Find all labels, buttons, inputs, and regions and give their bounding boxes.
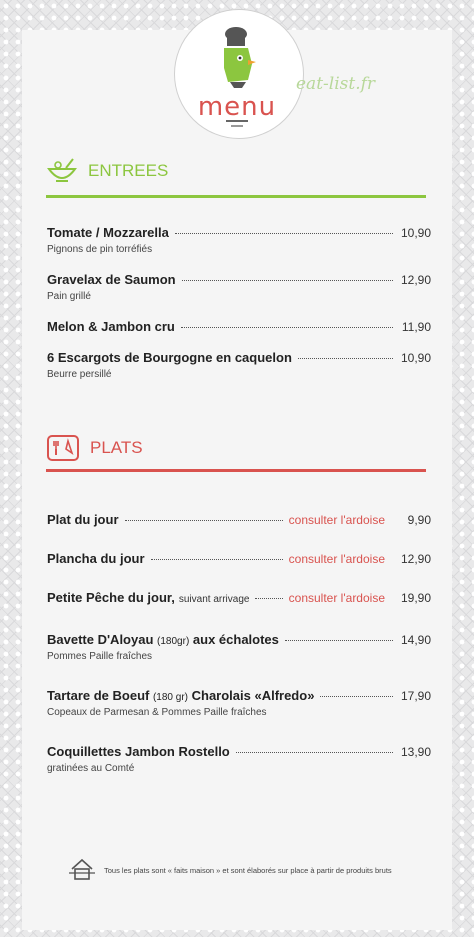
- menu-item: Petite Pêche du jour, suivant arrivage c…: [47, 590, 431, 605]
- plats-title: PLATS: [90, 438, 143, 457]
- plats-rule: [46, 469, 426, 472]
- item-name-rest: Charolais «Alfredo»: [191, 688, 315, 703]
- item-price: 12,90: [400, 552, 431, 566]
- logo-word: menu: [197, 92, 277, 122]
- leader-dots: [181, 280, 393, 281]
- leader-dots: [150, 559, 283, 560]
- ardoise-note: consulter l'ardoise: [288, 591, 385, 605]
- leader-dots: [180, 327, 393, 328]
- leader-dots: [297, 358, 393, 359]
- item-name-rest: aux échalotes: [192, 632, 279, 647]
- menu-item: Bavette D'Aloyau (180gr) aux échalotes 1…: [47, 632, 431, 662]
- footer-note: Tous les plats sont « faits maison » et …: [68, 857, 392, 883]
- item-price: 17,90: [400, 689, 431, 703]
- item-name: Plancha du jour: [47, 551, 145, 566]
- item-price: 12,90: [400, 273, 431, 287]
- leader-dots: [174, 233, 393, 234]
- menu-item: Melon & Jambon cru 11,90: [47, 319, 431, 334]
- item-price: 11,90: [401, 320, 431, 334]
- leader-dots: [320, 696, 393, 697]
- item-name: Gravelax de Saumon: [47, 272, 176, 287]
- ardoise-note: consulter l'ardoise: [288, 552, 385, 566]
- menu-item: Tartare de Boeuf (180 gr) Charolais «Alf…: [47, 688, 431, 718]
- menu-item: Tomate / Mozzarella 10,90 Pignons de pin…: [47, 225, 431, 255]
- item-description: gratinées au Comté: [47, 763, 135, 774]
- logo-underline: [226, 120, 248, 122]
- watermark: eat-list.fr: [296, 74, 376, 94]
- house-icon: [69, 858, 95, 880]
- menu-item: 6 Escargots de Bourgogne en caquelon 10,…: [47, 350, 431, 380]
- leader-dots: [235, 752, 393, 753]
- item-name: Tomate / Mozzarella: [47, 225, 169, 240]
- menu-item: Plat du jour consulter l'ardoise 9,90: [47, 512, 431, 527]
- salad-bowl-icon: [47, 158, 77, 182]
- item-note: suivant arrivage: [178, 594, 250, 605]
- item-description: Pommes Paille fraîches: [47, 651, 153, 662]
- leader-dots: [124, 520, 283, 521]
- item-description: Pain grillé: [47, 291, 91, 302]
- logo-underline-short: [231, 125, 243, 127]
- item-price: 14,90: [400, 633, 431, 647]
- menu-item: Gravelax de Saumon 12,90 Pain grillé: [47, 272, 431, 302]
- item-description: Pignons de pin torréfiés: [47, 244, 153, 255]
- item-name: Plat du jour: [47, 512, 119, 527]
- item-name: Bavette D'Aloyau (180gr) aux échalotes: [47, 632, 279, 647]
- entrees-title: ENTREES: [88, 161, 169, 180]
- item-price: 19,90: [400, 591, 431, 605]
- item-name: Tartare de Boeuf (180 gr) Charolais «Alf…: [47, 688, 314, 703]
- plats-header: PLATS: [46, 433, 143, 463]
- item-price: 10,90: [400, 226, 431, 240]
- menu-item: Plancha du jour consulter l'ardoise 12,9…: [47, 551, 431, 566]
- item-name-main: Tartare de Boeuf: [47, 688, 150, 703]
- item-price: 9,90: [407, 513, 431, 527]
- item-name: Coquillettes Jambon Rostello: [47, 744, 230, 759]
- item-weight: (180 gr): [152, 692, 188, 703]
- chef-mascot-icon: [224, 27, 256, 88]
- item-name: Petite Pêche du jour,: [47, 590, 175, 605]
- cooking-pot-icon: [47, 435, 79, 461]
- item-name: Melon & Jambon cru: [47, 319, 175, 334]
- leader-dots: [255, 598, 283, 599]
- item-price: 13,90: [400, 745, 431, 759]
- item-weight: (180gr): [157, 636, 190, 647]
- item-description: Beurre persillé: [47, 369, 112, 380]
- item-name-main: Bavette D'Aloyau: [47, 632, 154, 647]
- menu-item: Coquillettes Jambon Rostello 13,90 grati…: [47, 744, 431, 774]
- footer-text: Tous les plats sont « faits maison » et …: [104, 865, 392, 875]
- item-price: 10,90: [400, 351, 431, 365]
- item-name: 6 Escargots de Bourgogne en caquelon: [47, 350, 292, 365]
- item-description: Copeaux de Parmesan & Pommes Paille fraî…: [47, 707, 267, 718]
- entrees-header: ENTREES: [46, 157, 168, 185]
- entrees-rule: [46, 195, 426, 198]
- leader-dots: [284, 640, 393, 641]
- ardoise-note: consulter l'ardoise: [288, 513, 385, 527]
